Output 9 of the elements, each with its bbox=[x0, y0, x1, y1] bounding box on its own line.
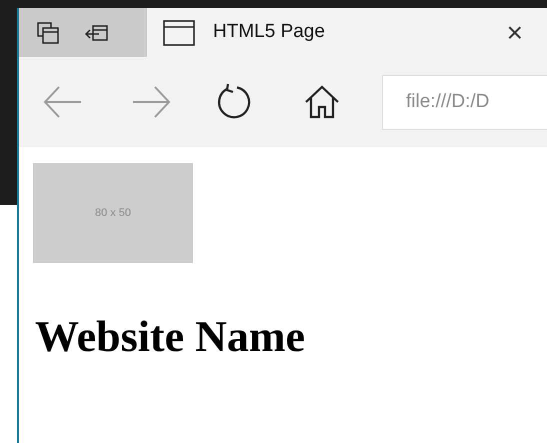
close-button[interactable]: × bbox=[506, 18, 523, 46]
home-icon[interactable] bbox=[304, 85, 340, 119]
image-size-label: 80 x 50 bbox=[94, 206, 132, 221]
window-icon bbox=[163, 20, 195, 46]
tab-title: HTML5 Page bbox=[213, 20, 325, 44]
tab-aside-icon[interactable] bbox=[85, 24, 109, 42]
website-heading: Website Name bbox=[35, 315, 306, 359]
refresh-icon[interactable] bbox=[215, 83, 253, 121]
tabs-icon[interactable] bbox=[37, 22, 59, 44]
